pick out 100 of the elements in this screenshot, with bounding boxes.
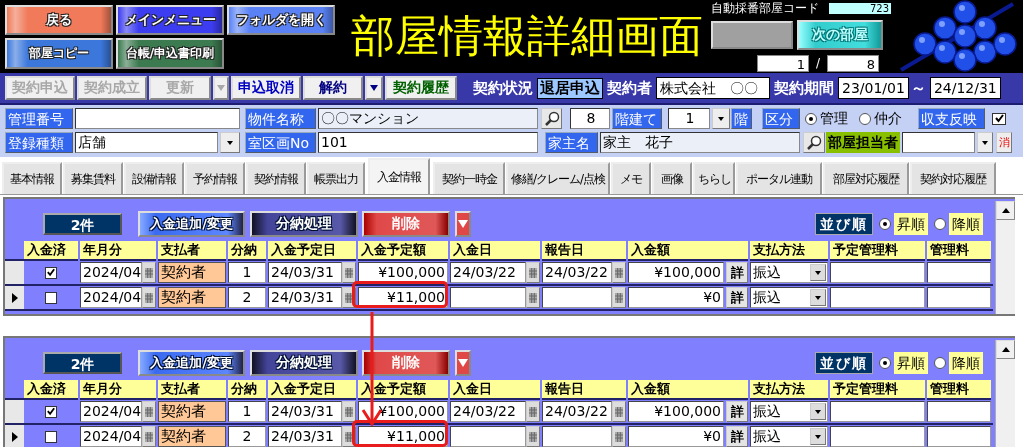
table-cell[interactable] [927, 401, 991, 422]
nav-button[interactable]: 台帳/申込書印刷 [116, 38, 224, 69]
table-cell[interactable]: 24/03/22 [450, 262, 526, 283]
split-payment-button[interactable]: 分納処理 [250, 350, 358, 376]
table-cell[interactable] [927, 287, 991, 308]
input-field[interactable]: 店舗 [75, 132, 218, 153]
nav-button[interactable]: メインメニュー [116, 5, 224, 35]
table-cell[interactable]: ¥100,000 [358, 262, 448, 283]
radio-button[interactable] [934, 357, 946, 369]
tab[interactable]: 契約対応履歴 [910, 162, 996, 194]
calendar-button[interactable] [612, 262, 626, 283]
radio-option[interactable]: 仲介 [859, 109, 907, 128]
table-cell[interactable]: 1 [228, 401, 266, 422]
nav-button[interactable]: 部屋コピー [5, 38, 113, 69]
radio-button[interactable] [859, 112, 871, 125]
table-cell[interactable]: 24/03/31 [268, 401, 342, 422]
calendar-button[interactable] [612, 426, 626, 447]
calendar-button[interactable] [342, 401, 356, 422]
delete-button[interactable]: 削除 [362, 350, 450, 376]
search-button[interactable] [803, 132, 825, 153]
radio-option[interactable]: 昇順 [879, 352, 928, 374]
table-cell[interactable]: 24/03/31 [268, 262, 342, 283]
radio-button[interactable] [879, 218, 891, 230]
tab[interactable]: 画像 [652, 162, 692, 194]
payment-method-dropdown[interactable]: 振込 [750, 262, 828, 283]
checkbox[interactable] [45, 291, 57, 304]
scroll-up-button[interactable] [996, 201, 1015, 220]
tab[interactable]: 帳票出力 [307, 162, 365, 194]
tab[interactable]: 募集賃料 [63, 162, 123, 194]
dropdown-button[interactable] [220, 132, 240, 153]
detail-button[interactable]: 詳 [726, 287, 748, 308]
tab[interactable]: 設備情報 [124, 162, 184, 194]
input-field[interactable]: 101 [318, 132, 538, 153]
input-field[interactable]: 8 [570, 108, 610, 129]
tab[interactable]: 部屋対応履歴 [823, 162, 909, 194]
table-cell[interactable]: ¥0 [628, 287, 724, 308]
table-cell[interactable]: 1 [228, 262, 266, 283]
table-cell[interactable] [542, 287, 612, 308]
calendar-button[interactable] [142, 287, 156, 308]
tab[interactable]: 修繕/クレーム/点検 [506, 162, 610, 194]
nav-button[interactable]: フォルダを開く [227, 5, 335, 35]
clear-button[interactable]: 消 [996, 132, 1012, 153]
scrollbar[interactable] [995, 340, 1015, 447]
checkbox[interactable] [992, 112, 1006, 125]
checkbox[interactable] [45, 266, 57, 279]
row-selector[interactable] [5, 400, 24, 425]
tab[interactable]: 契約情報 [246, 162, 306, 194]
radio-option[interactable]: 降順 [934, 213, 983, 235]
table-cell[interactable]: 2024/04 [80, 426, 142, 447]
radio-button[interactable] [934, 218, 946, 230]
table-cell[interactable] [450, 426, 526, 447]
input-field[interactable]: 〇〇マンション [318, 108, 538, 129]
radio-option[interactable]: 降順 [934, 352, 983, 374]
dropdown-button[interactable] [810, 289, 826, 306]
table-cell[interactable] [830, 401, 925, 422]
input-field[interactable]: 家主 花子 [600, 132, 800, 153]
table-cell[interactable]: 24/03/22 [542, 262, 612, 283]
table-cell[interactable] [830, 426, 925, 447]
table-cell[interactable]: 24/03/22 [542, 401, 612, 422]
dropdown-button[interactable] [365, 76, 383, 100]
row-selector[interactable] [5, 425, 24, 447]
table-cell[interactable] [450, 287, 526, 308]
blank-button[interactable] [711, 21, 793, 49]
detail-button[interactable]: 詳 [726, 262, 748, 283]
calendar-button[interactable] [612, 401, 626, 422]
tab[interactable]: 入金情報 [368, 158, 430, 194]
table-cell[interactable]: ¥0 [628, 426, 724, 447]
dropdown-button[interactable] [712, 108, 730, 129]
calendar-button[interactable] [526, 262, 540, 283]
tab[interactable]: ちらし [693, 162, 735, 194]
table-cell[interactable] [542, 426, 612, 447]
radio-option[interactable]: 昇順 [879, 213, 928, 235]
add-change-button[interactable]: 入金追加/変更 [138, 350, 245, 376]
tab[interactable]: メモ [611, 162, 651, 194]
input-field[interactable]: 1 [668, 108, 710, 129]
dropdown-button[interactable] [977, 132, 993, 153]
scrollbar[interactable] [995, 201, 1015, 314]
payment-method-dropdown[interactable]: 振込 [750, 426, 828, 447]
calendar-button[interactable] [142, 262, 156, 283]
table-cell[interactable]: 2024/04 [80, 401, 142, 422]
table-cell[interactable]: 24/03/31 [268, 426, 342, 447]
table-cell[interactable] [830, 262, 925, 283]
radio-button[interactable] [805, 112, 817, 125]
tab[interactable]: 予約情報 [185, 162, 245, 194]
delete-button[interactable]: 削除 [362, 211, 450, 237]
table-cell[interactable]: ¥100,000 [628, 262, 724, 283]
split-payment-button[interactable]: 分納処理 [250, 211, 358, 237]
calendar-button[interactable] [526, 287, 540, 308]
dropdown-button[interactable] [810, 403, 826, 420]
tab[interactable]: 契約一時金 [433, 162, 505, 194]
calendar-button[interactable] [526, 401, 540, 422]
row-selector[interactable] [5, 286, 24, 311]
table-cell[interactable] [927, 426, 991, 447]
calendar-button[interactable] [142, 401, 156, 422]
checkbox[interactable] [45, 405, 57, 418]
add-change-button[interactable]: 入金追加/変更 [138, 211, 245, 237]
toolbar-button[interactable]: 契約履歴 [385, 76, 457, 100]
input-field[interactable] [75, 108, 240, 129]
input-field[interactable] [902, 132, 975, 153]
table-cell[interactable]: 24/03/31 [268, 287, 342, 308]
